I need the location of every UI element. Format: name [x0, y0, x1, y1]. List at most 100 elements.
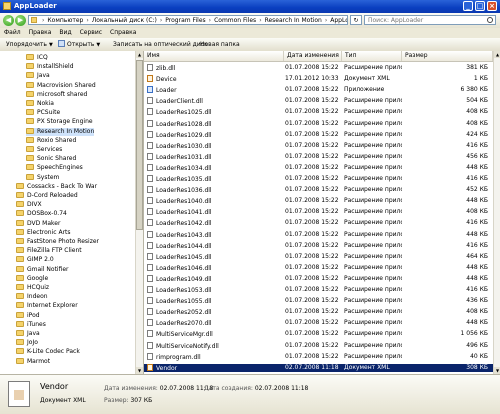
breadcrumb-item[interactable]: AppLoader: [330, 17, 347, 24]
folder-tree-item[interactable]: GIMP 2.0: [16, 256, 54, 264]
file-row[interactable]: LoaderRes1049.dll 01.07.2008 15:22 Расшире…: [144, 274, 493, 283]
scroll-down-icon[interactable]: ▼: [136, 367, 143, 374]
file-row[interactable]: LoaderRes1044.dll 01.07.2008 15:22 Расшире…: [144, 241, 493, 250]
breadcrumb-item[interactable]: Common Files: [214, 17, 256, 24]
folder-tree-item[interactable]: Indeon: [16, 293, 48, 301]
menu-item[interactable]: Правка: [25, 28, 56, 38]
file-row[interactable]: LoaderRes1030.dll 01.07.2008 15:22 Расшире…: [144, 141, 493, 150]
menu-item[interactable]: Справка: [106, 28, 140, 38]
folder-tree-item[interactable]: Google: [16, 274, 48, 283]
open-button[interactable]: Открыть ▼: [58, 40, 100, 49]
scroll-up-icon[interactable]: ▲: [136, 51, 143, 58]
file-row[interactable]: LoaderRes1045.dll 01.07.2008 15:22 Расшире…: [144, 252, 493, 261]
file-row[interactable]: LoaderRes1031.dll 01.07.2008 15:22 Расшире…: [144, 152, 493, 161]
breadcrumb-separator-icon[interactable]: ›: [322, 17, 330, 24]
menu-item[interactable]: Сервис: [76, 28, 106, 38]
menu-item[interactable]: Файл: [0, 28, 25, 38]
folder-tree-item[interactable]: Research In Motion: [26, 127, 95, 136]
search-input[interactable]: Поиск: AppLoader: [364, 15, 496, 25]
file-row[interactable]: rimprogram.dll 01.07.2008 15:22 Расширение…: [144, 352, 493, 361]
folder-tree-item[interactable]: DVD Maker: [16, 219, 60, 228]
folder-tree-item[interactable]: InstallShield: [26, 63, 74, 71]
column-type[interactable]: Тип: [342, 51, 402, 61]
file-row[interactable]: Loader 01.07.2008 15:22 Приложение 6 380 КБ: [144, 86, 493, 94]
minimize-button[interactable]: _: [463, 1, 473, 11]
file-row[interactable]: LoaderRes1040.dll 01.07.2008 15:22 Расшире…: [144, 197, 493, 205]
column-date[interactable]: Дата изменения: [284, 51, 342, 61]
refresh-button[interactable]: ↻: [350, 15, 362, 25]
file-row[interactable]: MultiServiceNotify.dll 01.07.2008 15:22 Ра…: [144, 341, 493, 350]
file-row[interactable]: LoaderRes1043.dll 01.07.2008 15:22 Расшире…: [144, 230, 493, 239]
nav-scrollbar[interactable]: ▲ ▼: [135, 51, 143, 374]
file-row[interactable]: LoaderRes1055.dll 01.07.2008 15:22 Расшире…: [144, 297, 493, 305]
breadcrumb-separator-icon[interactable]: ›: [206, 17, 214, 24]
folder-tree-item[interactable]: microsoft shared: [26, 90, 87, 99]
folder-tree-item[interactable]: Sonic Shared: [26, 155, 76, 163]
scroll-down-icon[interactable]: ▼: [494, 367, 500, 374]
folder-tree-item[interactable]: Java: [26, 72, 50, 80]
forward-button[interactable]: ▶: [15, 15, 26, 26]
maximize-button[interactable]: □: [475, 1, 485, 11]
breadcrumb-item[interactable]: Research In Motion: [265, 17, 322, 24]
file-row[interactable]: LoaderRes1046.dll 01.07.2008 15:22 Расшире…: [144, 263, 493, 272]
folder-tree-item[interactable]: PX Storage Engine: [26, 118, 93, 126]
new-folder-button[interactable]: Новая папка: [200, 40, 240, 49]
folder-tree-item[interactable]: Internet Explorer: [16, 302, 78, 310]
folder-tree-item[interactable]: iPod: [16, 311, 40, 320]
folder-tree-item[interactable]: HCQuiz: [16, 284, 49, 292]
file-row[interactable]: MultiServiceMgr.dll 01.07.2008 15:22 Расши…: [144, 330, 493, 338]
folder-tree-item[interactable]: FastStone Photo Resizer: [16, 238, 99, 246]
file-row[interactable]: LoaderRes2070.dll 01.07.2008 15:22 Расшире…: [144, 319, 493, 327]
nav-scroll-thumb[interactable]: [136, 60, 143, 230]
folder-tree-item[interactable]: ICQ: [26, 54, 48, 62]
folder-tree-item[interactable]: DOSBox-0.74: [16, 210, 67, 218]
folder-tree-item[interactable]: SpeechEngines: [26, 164, 83, 172]
file-row[interactable]: LoaderRes1036.dll 01.07.2008 15:22 Расшире…: [144, 186, 493, 194]
folder-tree-item[interactable]: Macrovision Shared: [26, 81, 96, 90]
menu-item[interactable]: Вид: [55, 28, 75, 38]
address-bar[interactable]: › Компьютер › Локальный диск (C:) › Program F…: [28, 15, 348, 25]
back-button[interactable]: ◀: [3, 15, 14, 26]
breadcrumb-item[interactable]: Локальный диск (C:): [92, 17, 157, 24]
file-row[interactable]: LoaderRes1034.dll 01.07.2008 15:22 Расшире…: [144, 163, 493, 172]
breadcrumb-item[interactable]: Компьютер: [47, 17, 83, 24]
burn-button[interactable]: Записать на оптический диск: [113, 40, 208, 49]
file-row[interactable]: zlib.dll 01.07.2008 15:22 Расширение прило…: [144, 64, 493, 72]
folder-tree-item[interactable]: Electronic Arts: [16, 228, 71, 237]
file-row[interactable]: LoaderRes1029.dll 01.07.2008 15:22 Расшире…: [144, 130, 493, 139]
organize-button[interactable]: Упорядочить ▼: [6, 40, 53, 49]
folder-tree-item[interactable]: K-Lite Codec Pack: [16, 348, 80, 356]
folder-tree-item[interactable]: JoJo: [16, 339, 38, 347]
folder-tree-item[interactable]: DIVX: [16, 201, 42, 209]
file-row[interactable]: LoaderRes1035.dll 01.07.2008 15:22 Расшире…: [144, 175, 493, 183]
breadcrumb-separator-icon[interactable]: ›: [256, 17, 264, 24]
folder-tree-item[interactable]: Roxio Shared: [26, 136, 76, 145]
file-row[interactable]: LoaderRes1042.dll 01.07.2008 15:22 Расшире…: [144, 219, 493, 227]
file-row[interactable]: LoaderRes1041.dll 01.07.2008 15:22 Расшире…: [144, 208, 493, 216]
folder-tree-item[interactable]: iTunes: [16, 320, 46, 329]
folder-tree-item[interactable]: Services: [26, 146, 62, 154]
file-row[interactable]: LoaderRes2052.dll 01.07.2008 15:22 Расшире…: [144, 308, 493, 316]
column-name[interactable]: Имя: [144, 51, 284, 61]
close-button[interactable]: ×: [487, 1, 497, 11]
folder-tree-item[interactable]: PCSuite: [26, 109, 60, 117]
file-row[interactable]: LoaderRes1053.dll 01.07.2008 15:22 Расшире…: [144, 286, 493, 294]
folder-tree-item[interactable]: FileZilla FTP Client: [16, 247, 82, 255]
folder-tree-item[interactable]: System: [26, 173, 59, 182]
column-size[interactable]: Размер: [402, 51, 493, 61]
file-row[interactable]: LoaderRes1025.dll 01.07.2008 15:22 Расшире…: [144, 108, 493, 116]
folder-tree-item[interactable]: Gmail Notifier: [16, 265, 69, 274]
folder-tree-item[interactable]: D-Cord Reloaded: [16, 192, 78, 200]
breadcrumb-item[interactable]: Program Files: [165, 17, 205, 24]
file-row[interactable]: LoaderRes1028.dll 01.07.2008 15:22 Расшире…: [144, 119, 493, 128]
file-row[interactable]: LoaderClient.dll 01.07.2008 15:22 Расширен…: [144, 97, 493, 105]
scroll-up-icon[interactable]: ▲: [494, 51, 500, 58]
file-list-scrollbar[interactable]: ▲ ▼: [493, 51, 500, 374]
folder-tree-item[interactable]: Nokia: [26, 100, 54, 108]
folder-tree-item[interactable]: Marmot: [16, 357, 50, 366]
folder-tree-item[interactable]: Cossacks - Back To War: [16, 182, 97, 191]
breadcrumb-separator-icon[interactable]: ›: [83, 17, 91, 24]
file-row[interactable]: Vendor 02.07.2008 11:18 Документ XML 308 КБ: [144, 363, 493, 372]
file-row[interactable]: Device 17.01.2012 10:33 Документ XML 1 КБ: [144, 75, 493, 83]
folder-tree-item[interactable]: Java: [16, 330, 40, 338]
